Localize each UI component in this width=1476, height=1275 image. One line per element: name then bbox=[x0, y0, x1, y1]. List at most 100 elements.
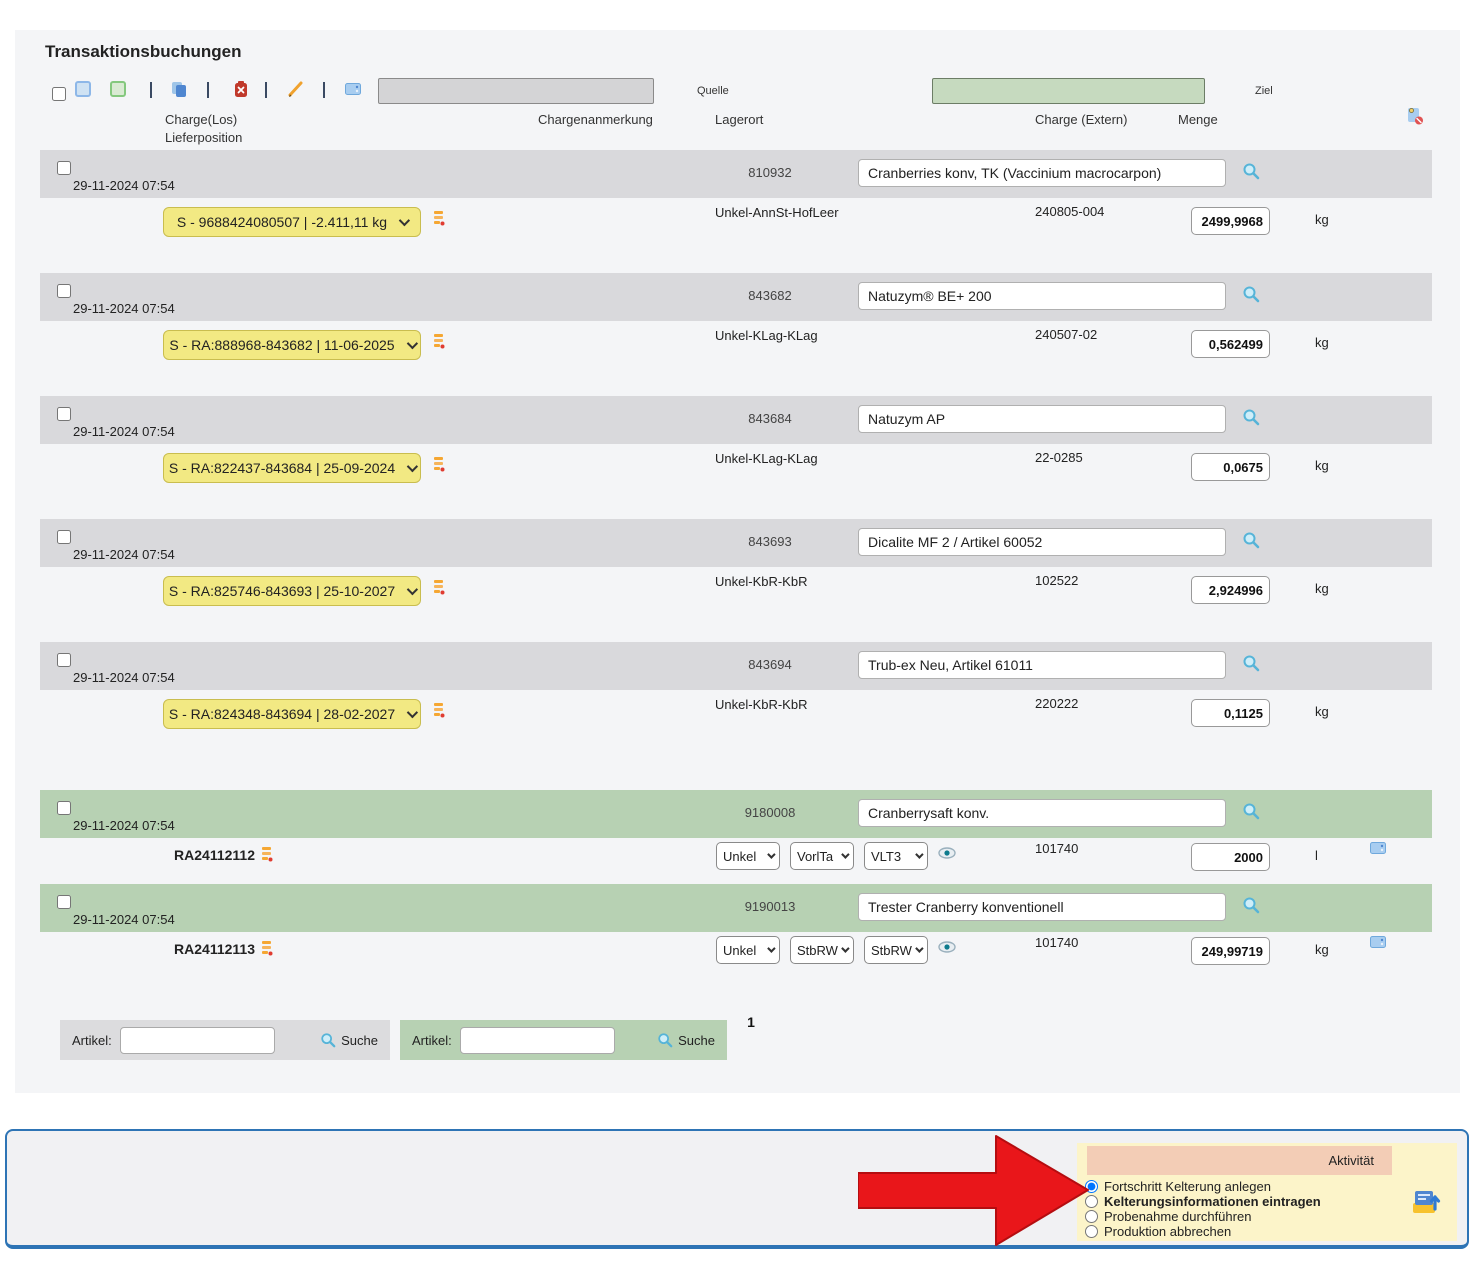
search-icon[interactable] bbox=[1242, 654, 1260, 672]
green-square-icon[interactable] bbox=[110, 81, 126, 97]
eye-icon[interactable] bbox=[938, 941, 956, 953]
area-select-value: StbRW bbox=[797, 943, 838, 958]
activity-option[interactable]: Fortschritt Kelterung anlegen bbox=[1085, 1179, 1321, 1194]
area-select-value: VorlTa bbox=[797, 849, 833, 864]
menge-input[interactable] bbox=[1191, 576, 1270, 604]
search-icon[interactable] bbox=[1242, 531, 1260, 549]
copy-icon[interactable] bbox=[170, 80, 188, 98]
suche-button[interactable]: Suche bbox=[320, 1032, 378, 1048]
activity-option[interactable]: Probenahme durchführen bbox=[1085, 1209, 1321, 1224]
row-select-checkbox[interactable] bbox=[57, 895, 71, 909]
booking-timestamp: 29-11-2024 07:54 bbox=[73, 424, 175, 439]
area-select[interactable]: StbRW bbox=[790, 936, 854, 964]
article-name-input[interactable] bbox=[858, 651, 1226, 679]
artikel-label: Artikel: bbox=[412, 1033, 452, 1048]
artikel-search-input[interactable] bbox=[460, 1027, 615, 1054]
lot-select[interactable]: S - RA:888968-843682 | 11-06-2025 bbox=[163, 330, 421, 360]
activity-option-label: Produktion abbrechen bbox=[1104, 1224, 1231, 1239]
search-icon[interactable] bbox=[1242, 408, 1260, 426]
site-select-value: Unkel bbox=[723, 849, 756, 864]
quelle-label: Quelle bbox=[697, 85, 729, 97]
site-select[interactable]: Unkel bbox=[716, 936, 780, 964]
select-all-checkbox[interactable] bbox=[52, 87, 66, 101]
annotation-icon[interactable] bbox=[433, 702, 445, 718]
search-icon bbox=[657, 1032, 673, 1048]
edit-pencil-icon[interactable] bbox=[287, 80, 305, 98]
chevron-down-icon bbox=[399, 215, 410, 226]
blue-square-icon[interactable] bbox=[75, 81, 91, 97]
charge-extern-value: 22-0285 bbox=[1035, 450, 1083, 465]
search-icon[interactable] bbox=[1242, 802, 1260, 820]
article-name-input[interactable] bbox=[858, 405, 1226, 433]
lot-select[interactable]: S - RA:825746-843693 | 25-10-2027 bbox=[163, 576, 421, 606]
submit-activity-icon[interactable] bbox=[1411, 1187, 1441, 1215]
charge-extern-value: 101740 bbox=[1035, 841, 1078, 856]
menge-input[interactable] bbox=[1191, 453, 1270, 481]
menge-input[interactable] bbox=[1191, 699, 1270, 727]
row-select-checkbox[interactable] bbox=[57, 653, 71, 667]
article-name-input[interactable] bbox=[858, 893, 1226, 921]
page-number[interactable]: 1 bbox=[741, 1014, 761, 1030]
activity-option[interactable]: Produktion abbrechen bbox=[1085, 1224, 1321, 1239]
activity-header: Aktivität bbox=[1087, 1146, 1392, 1175]
transaction-header-band: 29-11-2024 07:54 9180008 bbox=[40, 790, 1432, 838]
annotation-icon[interactable] bbox=[433, 210, 445, 226]
chevron-down-icon bbox=[407, 584, 418, 595]
lagerort-value: Unkel-KbR-KbR bbox=[715, 574, 807, 589]
tank-select[interactable]: StbRW bbox=[864, 936, 928, 964]
menge-input[interactable] bbox=[1191, 843, 1270, 871]
article-name-input[interactable] bbox=[858, 159, 1226, 187]
suche-button[interactable]: Suche bbox=[657, 1032, 715, 1048]
menge-input[interactable] bbox=[1191, 330, 1270, 358]
quelle-input[interactable] bbox=[378, 78, 654, 104]
transaction-header-band: 29-11-2024 07:54 843682 bbox=[40, 273, 1432, 321]
lot-select[interactable]: S - 9688424080507 | -2.411,11 kg bbox=[163, 207, 421, 237]
col-charge-extern: Charge (Extern) bbox=[1035, 112, 1127, 127]
page-title: Transaktionsbuchungen bbox=[45, 42, 241, 62]
eye-icon[interactable] bbox=[938, 847, 956, 859]
row-select-checkbox[interactable] bbox=[57, 530, 71, 544]
unit-label: kg bbox=[1315, 212, 1329, 227]
booking-timestamp: 29-11-2024 07:54 bbox=[73, 670, 175, 685]
ra-number: RA24112113 bbox=[115, 941, 255, 957]
menge-input[interactable] bbox=[1191, 207, 1270, 235]
note-card-icon[interactable] bbox=[1370, 936, 1386, 948]
row-select-checkbox[interactable] bbox=[57, 801, 71, 815]
delete-icon[interactable] bbox=[233, 80, 249, 98]
article-name-input[interactable] bbox=[858, 528, 1226, 556]
menge-input[interactable] bbox=[1191, 937, 1270, 965]
row-select-checkbox[interactable] bbox=[57, 407, 71, 421]
note-card-icon[interactable] bbox=[345, 83, 361, 95]
transaction-header-band: 29-11-2024 07:54 843684 bbox=[40, 396, 1432, 444]
row-select-checkbox[interactable] bbox=[57, 161, 71, 175]
document-cancel-icon[interactable] bbox=[1405, 106, 1425, 126]
area-select[interactable]: VorlTa bbox=[790, 842, 854, 870]
annotation-icon[interactable] bbox=[261, 846, 273, 862]
site-select[interactable]: Unkel bbox=[716, 842, 780, 870]
activity-option[interactable]: Kelterungsinformationen eintragen bbox=[1085, 1194, 1321, 1209]
artikel-search-input[interactable] bbox=[120, 1027, 275, 1054]
annotation-icon[interactable] bbox=[433, 333, 445, 349]
search-icon[interactable] bbox=[1242, 896, 1260, 914]
ziel-input[interactable] bbox=[932, 78, 1205, 104]
lagerort-value: Unkel-KLag-KLag bbox=[715, 451, 818, 466]
artikel-search-panel-target: Artikel: Suche bbox=[400, 1020, 727, 1060]
note-card-icon[interactable] bbox=[1370, 842, 1386, 854]
chevron-down-icon bbox=[915, 944, 923, 952]
search-icon[interactable] bbox=[1242, 162, 1260, 180]
tank-select[interactable]: VLT3 bbox=[864, 842, 928, 870]
lot-select-value: S - RA:825746-843693 | 25-10-2027 bbox=[169, 583, 395, 599]
article-number: 843694 bbox=[730, 657, 810, 672]
annotation-icon[interactable] bbox=[261, 940, 273, 956]
toolbar-divider bbox=[265, 82, 267, 98]
search-icon[interactable] bbox=[1242, 285, 1260, 303]
annotation-icon[interactable] bbox=[433, 579, 445, 595]
annotation-icon[interactable] bbox=[433, 456, 445, 472]
charge-extern-value: 101740 bbox=[1035, 935, 1078, 950]
article-name-input[interactable] bbox=[858, 799, 1226, 827]
lot-select[interactable]: S - RA:822437-843684 | 25-09-2024 bbox=[163, 453, 421, 483]
row-select-checkbox[interactable] bbox=[57, 284, 71, 298]
chevron-down-icon bbox=[767, 944, 775, 952]
article-name-input[interactable] bbox=[858, 282, 1226, 310]
lot-select[interactable]: S - RA:824348-843694 | 28-02-2027 bbox=[163, 699, 421, 729]
